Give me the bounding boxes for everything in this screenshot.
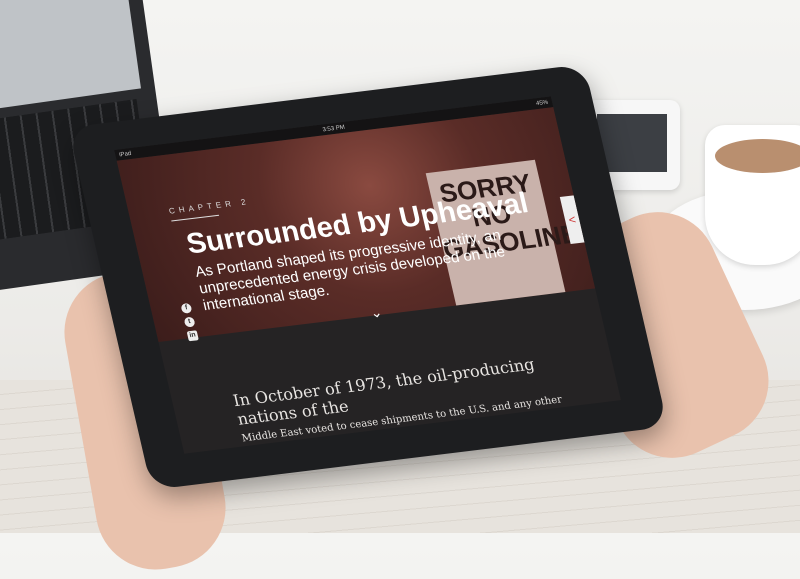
facebook-icon[interactable]: f: [180, 302, 193, 314]
chapter-label: CHAPTER 2: [168, 196, 251, 216]
coffee-cup: [705, 125, 800, 265]
twitter-icon[interactable]: t: [183, 316, 196, 328]
clock: 3:53 PM: [321, 124, 346, 133]
device-label: iPad: [118, 150, 132, 158]
ipad-screen: iPad 3:53 PM 45% SORRY NO GASOLINE CHAPT…: [114, 96, 621, 454]
ipad: iPad 3:53 PM 45% SORRY NO GASOLINE CHAPT…: [68, 64, 668, 490]
chevron-down-icon[interactable]: ⌄: [369, 304, 384, 322]
linkedin-icon[interactable]: in: [186, 330, 199, 342]
phone-screen: [597, 114, 667, 172]
battery-level: 45%: [535, 99, 549, 107]
social-share: f t in: [180, 302, 199, 342]
laptop-screen: [0, 0, 141, 113]
coffee: [715, 139, 800, 173]
chapter-divider: [171, 214, 220, 222]
